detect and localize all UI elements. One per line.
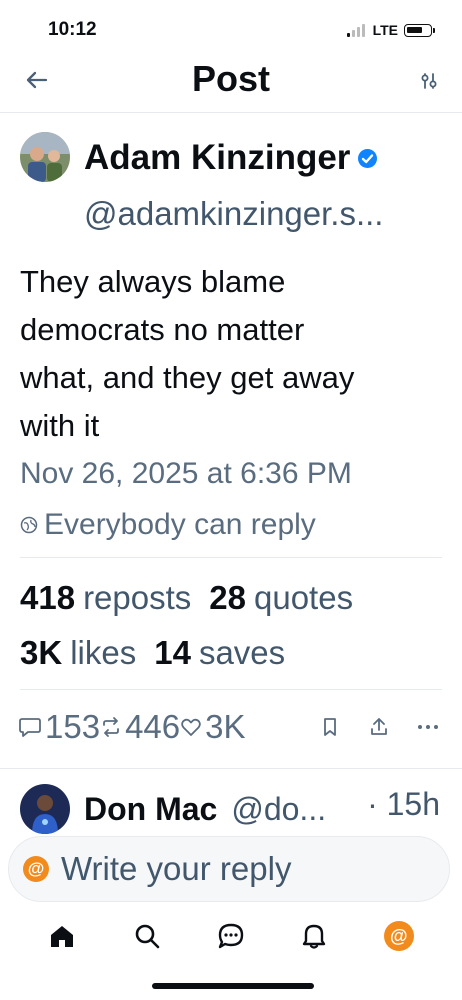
bottom-tabbar: @ bbox=[0, 916, 462, 956]
like-count: 3K bbox=[205, 708, 246, 745]
reply-author-avatar[interactable] bbox=[20, 784, 70, 834]
repost-icon bbox=[103, 717, 119, 737]
quotes-count: 28 bbox=[209, 579, 246, 616]
battery-icon bbox=[404, 23, 435, 37]
reposts-stat[interactable]: 418 reposts bbox=[20, 579, 191, 617]
network-label: LTE bbox=[372, 22, 398, 38]
likes-stat[interactable]: 3K likes bbox=[20, 634, 136, 672]
heart-icon bbox=[181, 718, 201, 736]
post-timestamp: Nov 26, 2025 at 6:36 PM bbox=[20, 457, 352, 490]
share-icon[interactable] bbox=[368, 716, 390, 738]
repost-count: 446 bbox=[125, 708, 181, 745]
bookmark-icon[interactable] bbox=[320, 716, 340, 738]
reply-permission-label: Everybody can reply bbox=[44, 508, 316, 541]
likes-count: 3K bbox=[20, 634, 63, 671]
author-handle[interactable]: @adamkinzinger.s... bbox=[84, 195, 383, 233]
quotes-label: quotes bbox=[254, 579, 354, 616]
chat-icon[interactable] bbox=[217, 922, 245, 950]
reposts-count: 418 bbox=[20, 579, 76, 616]
post-text-line: what, and they get away bbox=[20, 360, 355, 395]
post-text-line: democrats no matter bbox=[20, 312, 305, 347]
reply-time: · 15h bbox=[367, 786, 440, 822]
repost-button[interactable]: 446 bbox=[100, 708, 180, 746]
status-indicators: LTE bbox=[346, 22, 435, 38]
reply-preview[interactable]: Don Mac @do... · 15h bbox=[20, 784, 450, 834]
page-title: Post bbox=[191, 58, 270, 99]
reply-count: 153 bbox=[45, 708, 101, 745]
more-icon[interactable] bbox=[416, 716, 440, 738]
section-divider bbox=[0, 768, 462, 769]
saves-count: 14 bbox=[154, 634, 191, 671]
author-name[interactable]: Adam Kinzinger bbox=[84, 138, 350, 178]
stats-row-1: 418 reposts 28 quotes bbox=[20, 579, 353, 617]
verified-badge-icon bbox=[358, 148, 378, 168]
reply-composer[interactable]: @ Write your reply bbox=[8, 836, 450, 902]
status-time: 10:12 bbox=[48, 19, 97, 40]
post-actions: 153 446 3K bbox=[18, 708, 448, 746]
reply-icon bbox=[19, 718, 41, 737]
divider bbox=[20, 557, 442, 558]
home-icon[interactable] bbox=[48, 923, 76, 949]
saves-stat[interactable]: 14 saves bbox=[154, 634, 285, 672]
sliders-icon[interactable] bbox=[420, 72, 438, 90]
reply-input-placeholder[interactable]: Write your reply bbox=[61, 850, 291, 888]
reposts-label: reposts bbox=[83, 579, 192, 616]
reply-permission[interactable]: Everybody can reply bbox=[20, 508, 316, 542]
globe-icon bbox=[20, 516, 38, 534]
like-button[interactable]: 3K bbox=[180, 708, 246, 746]
profile-tab-icon[interactable]: @ bbox=[383, 921, 414, 951]
quotes-stat[interactable]: 28 quotes bbox=[209, 579, 353, 617]
post-text: They always blame democrats no matter wh… bbox=[20, 258, 440, 450]
stats-row-2: 3K likes 14 saves bbox=[20, 634, 285, 672]
saves-label: saves bbox=[198, 634, 286, 671]
home-indicator bbox=[152, 983, 314, 989]
reply-author-handle: @do... bbox=[231, 790, 327, 827]
signal-icon bbox=[346, 23, 365, 37]
post-text-line: They always blame bbox=[20, 264, 286, 299]
author-avatar[interactable] bbox=[20, 132, 70, 182]
likes-label: likes bbox=[70, 634, 137, 671]
bell-icon[interactable] bbox=[301, 922, 327, 950]
user-avatar-icon: @ bbox=[23, 856, 49, 882]
divider bbox=[20, 689, 442, 690]
search-icon[interactable] bbox=[133, 922, 161, 950]
author-name-row[interactable]: Adam Kinzinger bbox=[84, 138, 378, 178]
post-text-line: with it bbox=[20, 408, 100, 443]
reply-author-name: Don Mac bbox=[84, 790, 218, 827]
header-divider bbox=[0, 112, 462, 113]
reply-button[interactable]: 153 bbox=[18, 708, 100, 746]
